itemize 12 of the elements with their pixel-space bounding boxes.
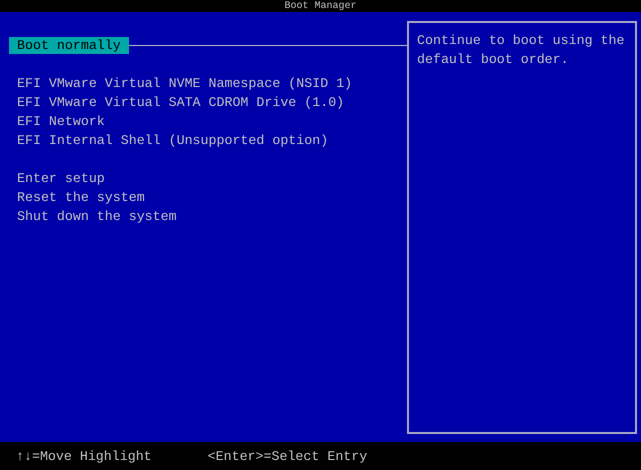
boot-menu-item[interactable]: EFI Internal Shell (Unsupported option)	[9, 132, 336, 149]
window-title: Boot Manager	[283, 0, 358, 12]
boot-menu-item[interactable]: Boot normally	[9, 37, 129, 54]
boot-menu-item[interactable]: Enter setup	[9, 170, 113, 187]
help-text: Continue to boot using the default boot order.	[417, 33, 624, 67]
boot-menu-item[interactable]: EFI VMware Virtual NVME Namespace (NSID 1)	[9, 75, 360, 92]
key-hint: <Enter>=Select Entry	[208, 448, 368, 464]
boot-menu-item[interactable]: Reset the system	[9, 189, 153, 206]
boot-menu-item[interactable]: EFI VMware Virtual SATA CDROM Drive (1.0)	[9, 94, 352, 111]
boot-menu-item[interactable]: EFI Network	[9, 113, 113, 130]
key-hint: ↑↓=Move Highlight	[16, 448, 152, 464]
boot-menu-item[interactable]: Shut down the system	[9, 208, 185, 225]
